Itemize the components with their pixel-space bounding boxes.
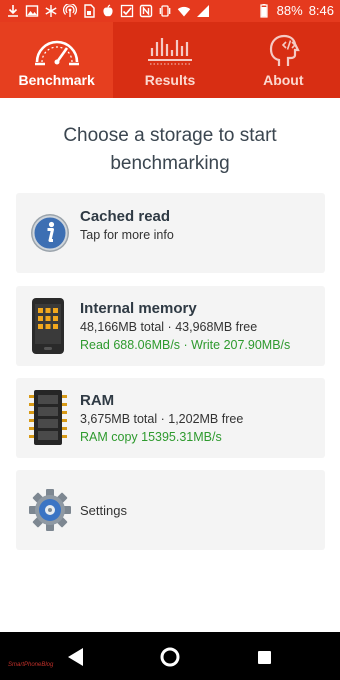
clock: 8:46 [308,3,334,18]
check-icon [120,4,134,18]
signal-icon [197,5,209,17]
back-triangle-icon [68,648,83,666]
ram-chip-icon [29,390,67,445]
card-cached-read-subtitle: Tap for more info [80,228,174,242]
info-icon [31,214,69,252]
apple-icon [103,4,113,17]
head-code-icon [270,34,301,66]
hotspot-icon [63,4,77,17]
sim-icon [84,4,95,18]
tab-results[interactable]: Results [113,22,227,98]
bar-chart-icon [147,38,192,65]
tab-results-label: Results [144,72,196,88]
card-settings-title: Settings [80,503,127,518]
tab-benchmark[interactable]: Benchmark [0,22,114,98]
card-internal-memory-capacity: 48,166MB total · 43,968MB free [80,320,258,334]
card-cached-read[interactable]: Cached read Tap for more info [16,193,325,273]
status-bar: 88% 8:46 [0,0,340,22]
tab-benchmark-label: Benchmark [18,72,95,88]
nav-recents-button[interactable] [240,632,288,680]
battery-percent: 88% [276,3,303,18]
phone-memory-icon [32,298,64,354]
image-icon [25,5,39,17]
speedometer-icon [34,40,79,66]
watermark: SmartPhoneBlog [8,662,54,668]
tab-bar: Benchmark Results About [0,22,340,98]
card-cached-read-title: Cached read [80,208,171,225]
home-circle-icon [160,647,180,667]
page-title: Choose a storage to start benchmarking [63,125,277,174]
vibrate-icon [159,5,171,17]
card-internal-memory[interactable]: Internal memory 48,166MB total · 43,968M… [16,286,325,366]
snowflake-icon [45,5,57,17]
card-settings[interactable]: Settings [16,470,325,550]
status-icons-right: 88% 8:46 [257,3,334,19]
card-internal-memory-title: Internal memory [80,300,197,317]
nfc-icon [139,4,153,18]
nav-home-button[interactable] [146,632,194,680]
status-icons-left [6,3,210,19]
navigation-bar: SmartPhoneBlog [0,632,340,680]
gear-icon [29,489,71,531]
battery-icon [260,4,268,18]
card-ram-capacity: 3,675MB total · 1,202MB free [80,412,244,426]
recents-square-icon [258,651,271,664]
card-ram-speed: RAM copy 15395.31MB/s [80,430,222,444]
card-ram[interactable]: RAM 3,675MB total · 1,202MB free RAM cop… [16,378,325,458]
tab-about-label: About [263,72,304,88]
wifi-icon [177,6,191,17]
tab-about[interactable]: About [226,22,340,98]
download-icon [8,5,18,17]
card-ram-title: RAM [80,392,115,409]
nav-back-button[interactable] [52,632,100,680]
card-internal-memory-speed: Read 688.06MB/s · Write 207.90MB/s [80,338,291,352]
